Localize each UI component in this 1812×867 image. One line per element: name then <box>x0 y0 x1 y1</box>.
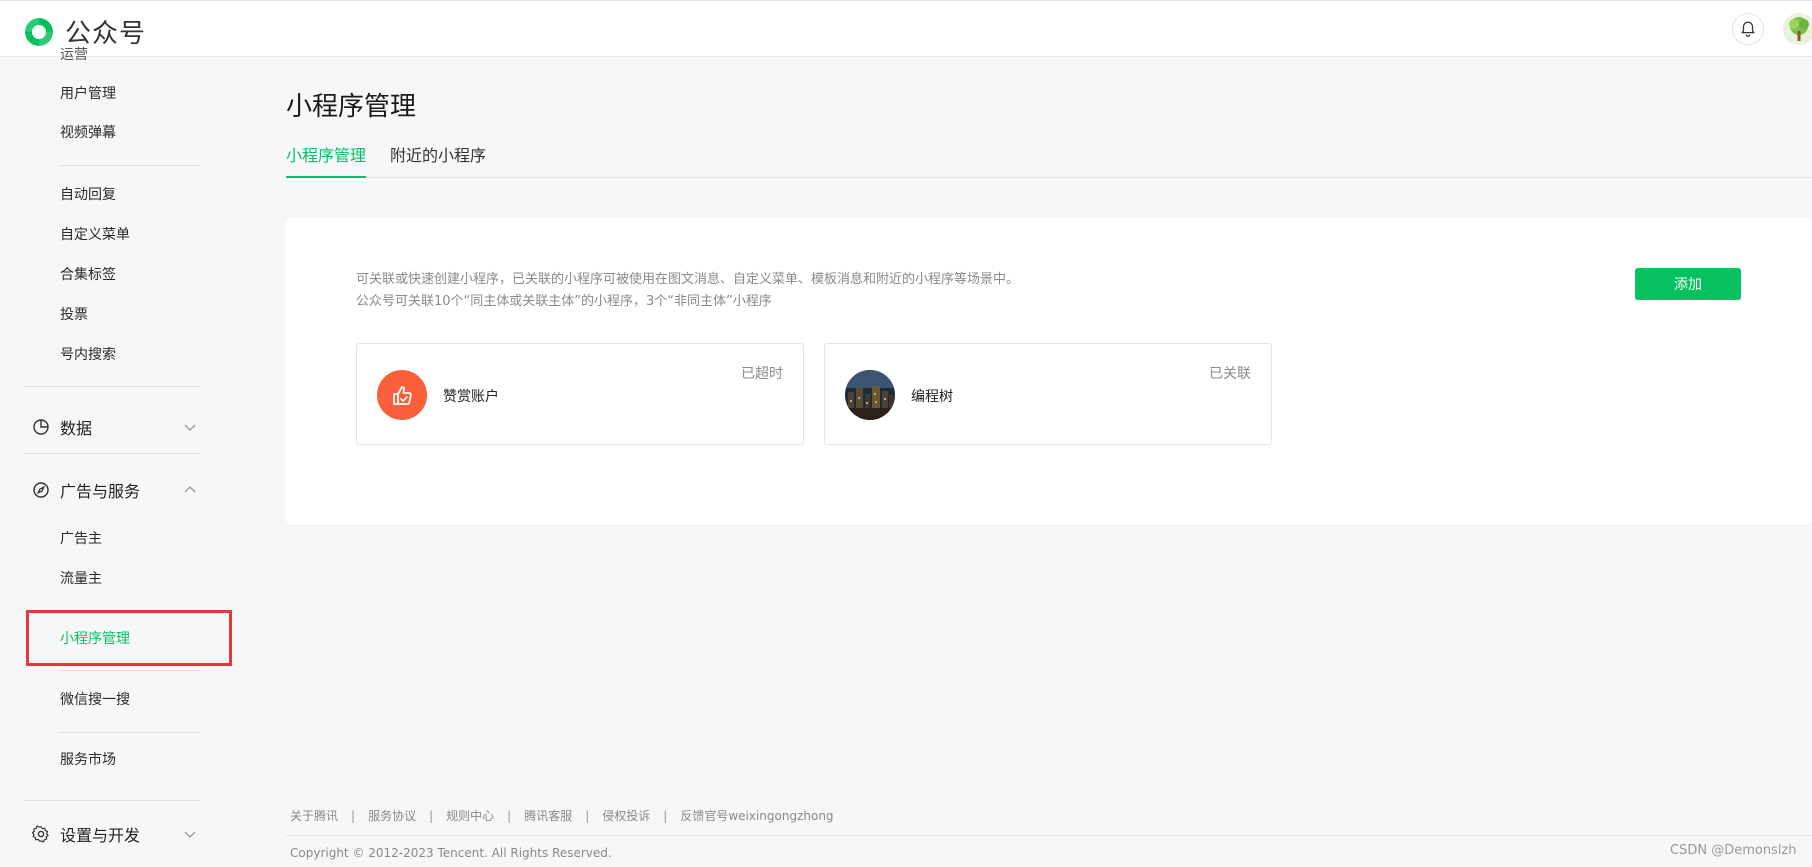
footer-link-feedback[interactable]: 反馈官号weixingongzhong <box>680 807 833 824</box>
sidebar-section-settings-dev[interactable]: 设置与开发 <box>32 822 197 846</box>
description-line-1: 可关联或快速创建小程序，已关联的小程序可被使用在图文消息、自定义菜单、模板消息和… <box>356 272 1020 287</box>
mini-program-name: 编程树 <box>911 389 953 405</box>
description-line-2: 公众号可关联10个“同主体或关联主体”的小程序，3个“非同主体”小程序 <box>356 294 772 309</box>
sidebar-section-ads-services[interactable]: 广告与服务 <box>32 478 197 502</box>
tab-nearby-mini-programs[interactable]: 附近的小程序 <box>390 145 486 178</box>
sidebar-item-in-account-search[interactable]: 号内搜索 <box>60 345 116 365</box>
mini-program-card[interactable]: 赞赏账户 已超时 <box>356 343 804 445</box>
sidebar-section-data[interactable]: 数据 <box>32 415 197 439</box>
sidebar-item-wechat-search[interactable]: 微信搜一搜 <box>60 690 130 710</box>
tab-mini-program-management[interactable]: 小程序管理 <box>286 145 366 178</box>
mini-program-status: 已关联 <box>1209 366 1251 382</box>
sidebar-divider <box>24 800 200 801</box>
sidebar-divider <box>60 732 200 733</box>
sidebar-section-label: 广告与服务 <box>60 482 141 501</box>
sidebar-item-video-danmaku[interactable]: 视频弹幕 <box>60 123 116 143</box>
watermark: CSDN @Demonslzh <box>1670 843 1797 858</box>
user-avatar[interactable] <box>1783 13 1812 45</box>
pie-chart-icon <box>32 418 50 436</box>
bell-icon <box>1741 21 1755 37</box>
sidebar-item-user-management[interactable]: 用户管理 <box>60 84 116 104</box>
chevron-down-icon <box>183 827 197 841</box>
footer-link-customer-service[interactable]: 腾讯客服 <box>524 807 572 824</box>
sidebar-item-service-market[interactable]: 服务市场 <box>60 750 116 770</box>
notification-button[interactable] <box>1732 13 1764 45</box>
sidebar-item-collection-tags[interactable]: 合集标签 <box>60 265 116 285</box>
sidebar-divider <box>24 453 200 454</box>
compass-icon <box>32 481 50 499</box>
sidebar-section-label: 数据 <box>60 419 93 438</box>
mini-program-panel: 可关联或快速创建小程序，已关联的小程序可被使用在图文消息、自定义菜单、模板消息和… <box>286 218 1812 524</box>
footer-links: 关于腾讯 | 服务协议 | 规则中心 | 腾讯客服 | 侵权投诉 | 反馈官号w… <box>290 807 834 824</box>
copyright: Copyright © 2012-2023 Tencent. All Right… <box>290 846 612 860</box>
sidebar-item-vote[interactable]: 投票 <box>60 305 88 325</box>
footer-link-infringement[interactable]: 侵权投诉 <box>602 807 650 824</box>
tab-bar: 小程序管理 附近的小程序 <box>286 145 1812 178</box>
sidebar: 运营 用户管理 视频弹幕 自动回复 自定义菜单 合集标签 投票 号内搜索 数据 … <box>0 47 240 867</box>
gear-icon <box>32 825 50 843</box>
footer-separator: | <box>351 808 356 823</box>
footer-divider <box>286 835 1812 836</box>
footer-separator: | <box>507 808 512 823</box>
page-title: 小程序管理 <box>286 92 417 122</box>
highlight-box-sidebar <box>26 610 232 666</box>
footer-link-service-agreement[interactable]: 服务协议 <box>368 807 416 824</box>
sidebar-item-auto-reply[interactable]: 自动回复 <box>60 185 116 205</box>
mini-program-status: 已超时 <box>741 366 783 382</box>
add-button[interactable]: 添加 <box>1635 268 1741 300</box>
sidebar-item-custom-menu[interactable]: 自定义菜单 <box>60 225 130 245</box>
mini-program-card[interactable]: 编程树 已关联 <box>824 343 1272 445</box>
sidebar-item-publisher[interactable]: 流量主 <box>60 569 102 589</box>
footer-separator: | <box>663 808 668 823</box>
tree-avatar-icon <box>1783 13 1812 45</box>
thumbs-up-icon <box>377 370 427 420</box>
city-night-avatar <box>845 370 895 420</box>
sidebar-divider <box>60 670 200 671</box>
sidebar-divider <box>60 165 200 166</box>
chevron-up-icon <box>183 483 197 497</box>
footer-separator: | <box>429 808 434 823</box>
top-bar: 公众号 <box>0 0 1812 57</box>
footer-separator: | <box>585 808 590 823</box>
chevron-down-icon <box>183 420 197 434</box>
sidebar-item-advertiser[interactable]: 广告主 <box>60 529 102 549</box>
sidebar-section-label: 设置与开发 <box>60 826 141 845</box>
sidebar-divider <box>24 386 200 387</box>
mini-program-name: 赞赏账户 <box>443 389 499 405</box>
footer-link-rules-center[interactable]: 规则中心 <box>446 807 494 824</box>
wechat-official-logo-icon <box>25 17 53 46</box>
footer-link-about[interactable]: 关于腾讯 <box>290 807 338 824</box>
sidebar-item-partial[interactable]: 运营 <box>60 45 88 65</box>
